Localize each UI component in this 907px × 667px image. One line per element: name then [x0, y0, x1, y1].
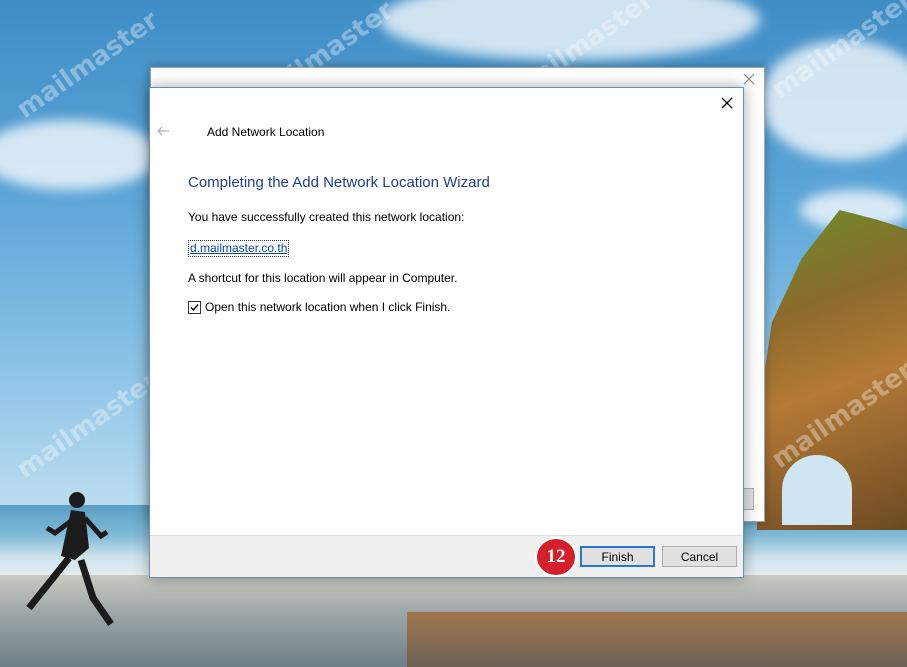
network-location-link[interactable]: d.mailmaster.co.th — [188, 240, 290, 257]
success-message: You have successfully created this netwo… — [188, 210, 465, 224]
finish-button[interactable]: Finish — [580, 546, 655, 567]
close-button[interactable] — [717, 93, 737, 113]
close-icon — [743, 73, 755, 85]
cliff-reflection — [407, 612, 907, 667]
add-network-location-dialog: Add Network Location Completing the Add … — [149, 87, 744, 578]
wizard-title: Add Network Location — [207, 125, 325, 139]
rock-arch — [782, 455, 852, 525]
cancel-button[interactable]: Cancel — [662, 546, 737, 567]
open-location-checkbox-row[interactable]: Open this network location when I click … — [188, 300, 450, 314]
page-heading: Completing the Add Network Location Wiza… — [188, 174, 490, 191]
back-button[interactable] — [156, 124, 172, 138]
runner-silhouette — [26, 492, 114, 626]
back-arrow-icon — [157, 126, 169, 136]
shortcut-message: A shortcut for this location will appear… — [188, 271, 458, 285]
step-number-badge: 12 — [535, 537, 577, 577]
open-location-checkbox[interactable] — [188, 300, 201, 314]
checkmark-icon — [190, 303, 199, 311]
dialog-footer: Finish Cancel — [150, 535, 743, 577]
open-location-checkbox-label: Open this network location when I click … — [205, 300, 451, 314]
close-icon — [721, 97, 733, 109]
